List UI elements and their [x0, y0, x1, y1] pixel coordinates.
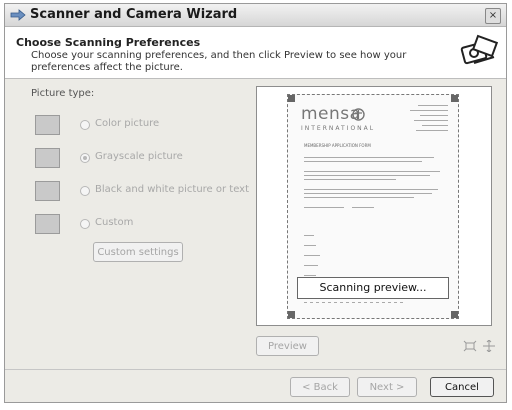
option-color-label: Color picture [95, 118, 160, 129]
next-button[interactable]: Next > [357, 377, 417, 397]
back-button[interactable]: < Back [290, 377, 350, 397]
pan-icon[interactable] [482, 340, 496, 352]
crop-handle[interactable] [288, 311, 295, 318]
radio-custom[interactable] [80, 219, 90, 229]
footer-divider [5, 369, 506, 370]
window-title: Scanner and Camera Wizard [30, 7, 238, 22]
custom-settings-button[interactable]: Custom settings [93, 242, 183, 262]
close-icon: × [488, 10, 498, 21]
page-title: Choose Scanning Preferences [16, 36, 201, 49]
color-picture-icon [35, 115, 60, 135]
wizard-icon [10, 9, 26, 21]
radio-color[interactable] [80, 120, 90, 130]
page-description: Choose your scanning preferences, and th… [31, 50, 407, 73]
crop-handle[interactable] [288, 95, 295, 102]
cancel-button[interactable]: Cancel [430, 377, 494, 397]
preview-button[interactable]: Preview [256, 336, 319, 356]
wizard-window: Scanner and Camera Wizard × Choose Scann… [4, 3, 507, 403]
option-bw-label: Black and white picture or text [95, 184, 250, 195]
document-form-title: MEMBERSHIP APPLICATION FORM [304, 143, 371, 148]
crop-handle[interactable] [451, 95, 458, 102]
picture-type-label: Picture type: [31, 88, 95, 99]
bw-text-icon [35, 181, 60, 201]
fit-selection-icon[interactable] [463, 340, 477, 352]
scanning-status: Scanning preview... [297, 277, 449, 299]
mensa-logo-icon [352, 108, 365, 121]
crop-handle[interactable] [451, 311, 458, 318]
option-custom-label: Custom [95, 217, 134, 228]
radio-grayscale[interactable] [80, 153, 90, 163]
scanner-camera-icon [460, 34, 498, 65]
radio-bw[interactable] [80, 186, 90, 196]
title-bar: Scanner and Camera Wizard × [5, 4, 506, 27]
close-button[interactable]: × [485, 8, 501, 24]
document-logo-subtitle: INTERNATIONAL [301, 125, 376, 132]
option-grayscale-label: Grayscale picture [95, 151, 183, 162]
preview-pane: mensa INTERNATIONAL MEMBERSHIP APPLICATI… [256, 86, 492, 326]
custom-icon [35, 214, 60, 234]
wizard-header: Choose Scanning Preferences Choose your … [5, 27, 506, 79]
grayscale-picture-icon [35, 148, 60, 168]
